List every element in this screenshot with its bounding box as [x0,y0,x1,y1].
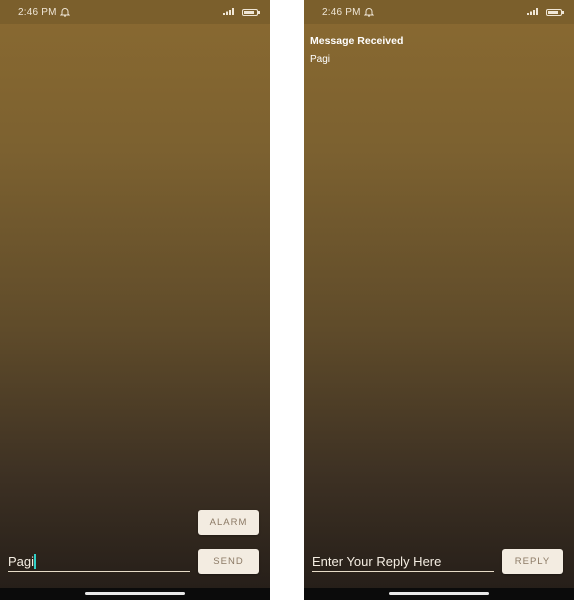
signal-icon [223,7,236,18]
reply-button[interactable]: REPLY [502,549,563,574]
home-gesture-bar[interactable] [389,592,489,595]
message-received-title: Message Received [310,35,404,47]
message-input[interactable]: Pagi [8,552,190,572]
status-bar: 2:46 PM [0,0,270,24]
status-time: 2:46 PM [18,6,57,18]
send-button[interactable]: SEND [198,549,259,574]
reply-input-placeholder: Enter Your Reply Here [312,553,442,569]
message-input-value: Pagi [8,553,35,569]
home-gesture-bar[interactable] [85,592,185,595]
receiver-screen: 2:46 PM Message Received Pagi Enter Your… [304,0,574,600]
navigation-bar [304,588,574,600]
battery-icon [546,8,564,16]
bell-icon [59,7,70,17]
battery-icon [242,8,260,16]
received-message-text: Pagi [310,54,331,65]
status-time: 2:46 PM [322,6,361,18]
signal-icon [527,7,540,18]
reply-input[interactable]: Enter Your Reply Here [312,552,494,572]
bell-icon [363,7,374,17]
status-bar: 2:46 PM [304,0,574,24]
text-caret [34,554,36,569]
sender-screen: 2:46 PM ALARM SEND Pagi [0,0,270,600]
alarm-button[interactable]: ALARM [198,510,259,535]
navigation-bar [0,588,270,600]
